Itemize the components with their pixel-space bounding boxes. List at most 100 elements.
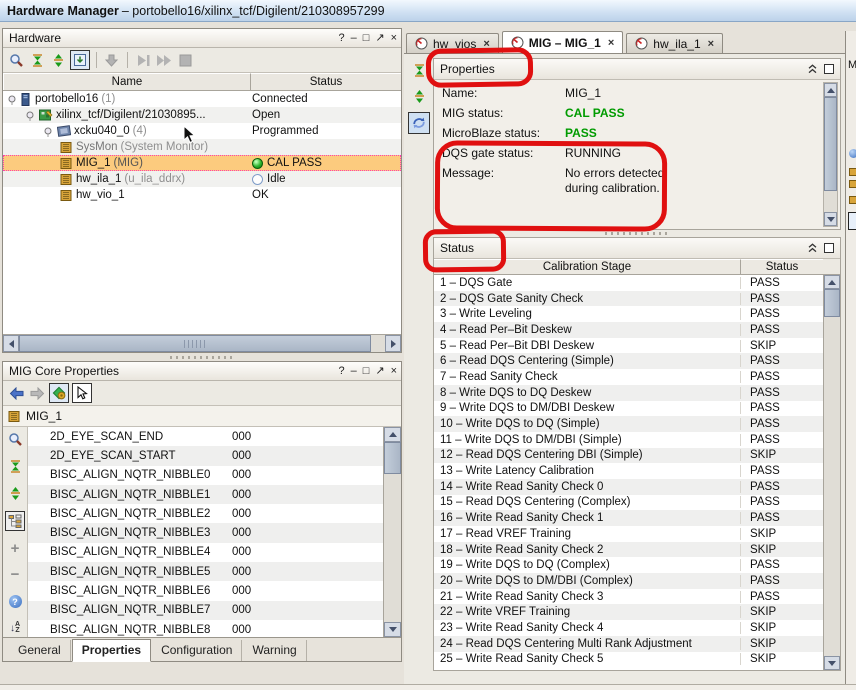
calibration-row[interactable]: 6 – Read DQS Centering (Simple) PASS bbox=[434, 353, 823, 369]
run-trigger-icon[interactable] bbox=[134, 51, 152, 69]
calibration-row[interactable]: 17 – Read VREF Training SKIP bbox=[434, 526, 823, 542]
calibration-row[interactable]: 13 – Write Latency Calibration PASS bbox=[434, 463, 823, 479]
window-button[interactable]: × bbox=[391, 366, 397, 377]
float-section-icon[interactable] bbox=[824, 64, 834, 74]
property-row[interactable]: BISC_ALIGN_NQTR_NIBBLE3 000 bbox=[28, 523, 383, 542]
property-row[interactable]: BISC_ALIGN_NQTR_NIBBLE8 000 bbox=[28, 620, 383, 637]
scroll-right-button[interactable] bbox=[385, 335, 401, 352]
scroll-up-button[interactable] bbox=[384, 427, 401, 442]
property-row[interactable]: BISC_ALIGN_NQTR_NIBBLE5 000 bbox=[28, 562, 383, 581]
sort-az-icon[interactable]: ↓AZ bbox=[6, 619, 24, 637]
forward-icon[interactable] bbox=[28, 384, 46, 402]
property-row[interactable]: BISC_ALIGN_NQTR_NIBBLE4 000 bbox=[28, 543, 383, 562]
expand-all-icon[interactable] bbox=[49, 51, 67, 69]
scroll-down-button[interactable] bbox=[384, 622, 401, 637]
calibration-row[interactable]: 4 – Read Per–Bit Deskew PASS bbox=[434, 322, 823, 338]
collapse-all-icon[interactable] bbox=[409, 60, 429, 80]
calibration-row[interactable]: 14 – Write Read Sanity Check 0 PASS bbox=[434, 479, 823, 495]
tab-hw-ila-1[interactable]: hw_ila_1 × bbox=[626, 33, 723, 53]
calibration-row[interactable]: 23 – Write Read Sanity Check 4 SKIP bbox=[434, 620, 823, 636]
calibration-row[interactable]: 20 – Write DQS to DM/DBI (Complex) PASS bbox=[434, 573, 823, 589]
tree-row-portobello16[interactable]: portobello16 (1) Connected bbox=[3, 91, 401, 107]
window-button[interactable]: ? bbox=[338, 33, 344, 44]
calibration-row[interactable]: 2 – DQS Gate Sanity Check PASS bbox=[434, 291, 823, 307]
calibration-row[interactable]: 7 – Read Sanity Check PASS bbox=[434, 369, 823, 385]
property-row[interactable]: 2D_EYE_SCAN_START 000 bbox=[28, 446, 383, 465]
scrollbar-thumb[interactable] bbox=[824, 97, 837, 191]
scroll-down-button[interactable] bbox=[824, 212, 837, 226]
refresh-icon[interactable] bbox=[408, 112, 430, 134]
scrollbar-thumb[interactable] bbox=[19, 335, 371, 352]
scroll-up-button[interactable] bbox=[824, 83, 837, 97]
window-button[interactable]: ? bbox=[338, 366, 344, 377]
close-icon[interactable]: × bbox=[483, 38, 489, 50]
status-scrollbar[interactable] bbox=[823, 275, 840, 670]
calibration-row[interactable]: 16 – Write Read Sanity Check 1 PASS bbox=[434, 510, 823, 526]
calibration-row[interactable]: 24 – Read DQS Centering Multi Rank Adjus… bbox=[434, 636, 823, 652]
section-splitter[interactable] bbox=[433, 230, 841, 237]
calibration-row[interactable]: 8 – Write DQS to DQ Deskew PASS bbox=[434, 385, 823, 401]
run-trigger-immediate-icon[interactable] bbox=[155, 51, 173, 69]
tab-mig-mig1[interactable]: MIG – MIG_1 × bbox=[502, 31, 623, 53]
tab-configuration[interactable]: Configuration bbox=[152, 640, 242, 661]
add-icon[interactable]: + bbox=[6, 540, 24, 558]
hardware-horizontal-scrollbar[interactable] bbox=[3, 334, 401, 352]
scroll-left-button[interactable] bbox=[3, 335, 19, 352]
scroll-up-button[interactable] bbox=[824, 275, 840, 289]
property-row[interactable]: BISC_ALIGN_NQTR_NIBBLE0 000 bbox=[28, 466, 383, 485]
window-button[interactable]: □ bbox=[363, 366, 370, 377]
calibration-row[interactable]: 12 – Read DQS Centering DBI (Simple) SKI… bbox=[434, 448, 823, 464]
tab-hw-vios[interactable]: hw_vios × bbox=[406, 33, 499, 53]
tree-expander-icon[interactable] bbox=[43, 125, 55, 137]
auto-connect-icon[interactable] bbox=[70, 50, 90, 70]
tree-row-sysmon[interactable]: SysMon (System Monitor) bbox=[3, 139, 401, 155]
calibration-row[interactable]: 11 – Write DQS to DM/DBI (Simple) PASS bbox=[434, 432, 823, 448]
scrollbar-thumb[interactable] bbox=[824, 289, 840, 317]
window-button[interactable]: – bbox=[351, 33, 357, 44]
column-header-calibration-stage[interactable]: Calibration Stage bbox=[434, 259, 741, 274]
close-icon[interactable]: × bbox=[708, 38, 714, 50]
window-button[interactable]: □ bbox=[363, 33, 370, 44]
mig-vertical-scrollbar[interactable] bbox=[383, 427, 401, 637]
search-icon[interactable] bbox=[7, 51, 25, 69]
tab-general[interactable]: General bbox=[9, 640, 71, 661]
property-row[interactable]: BISC_ALIGN_NQTR_NIBBLE2 000 bbox=[28, 504, 383, 523]
program-device-icon[interactable] bbox=[103, 51, 121, 69]
calibration-row[interactable]: 10 – Write DQS to DQ (Simple) PASS bbox=[434, 416, 823, 432]
tree-row-device[interactable]: xcku040_0 (4) Programmed bbox=[3, 123, 401, 139]
window-button[interactable]: × bbox=[391, 33, 397, 44]
expand-all-icon[interactable] bbox=[409, 86, 429, 106]
stop-trigger-icon[interactable] bbox=[176, 51, 194, 69]
property-row[interactable]: BISC_ALIGN_NQTR_NIBBLE7 000 bbox=[28, 601, 383, 620]
calibration-row[interactable]: 5 – Read Per–Bit DBI Deskew SKIP bbox=[434, 338, 823, 354]
expand-all-icon[interactable] bbox=[6, 484, 24, 502]
tab-warning[interactable]: Warning bbox=[243, 640, 306, 661]
scrollbar-thumb[interactable] bbox=[384, 442, 401, 474]
tree-view-icon[interactable] bbox=[5, 511, 25, 531]
float-section-icon[interactable] bbox=[824, 243, 834, 253]
calibration-row[interactable]: 1 – DQS Gate PASS bbox=[434, 275, 823, 291]
calibration-row[interactable]: 25 – Write Read Sanity Check 5 SKIP bbox=[434, 652, 823, 668]
back-icon[interactable] bbox=[7, 384, 25, 402]
collapse-section-icon[interactable] bbox=[808, 243, 817, 253]
tree-row-mig1-selected[interactable]: MIG_1 (MIG) CAL PASS bbox=[3, 155, 401, 171]
help-icon[interactable]: ? bbox=[6, 593, 24, 611]
window-button[interactable]: ↗ bbox=[375, 366, 384, 377]
select-pointer-icon[interactable] bbox=[72, 383, 92, 403]
column-header-status[interactable]: Status bbox=[251, 73, 401, 90]
calibration-row[interactable]: 3 – Write Leveling PASS bbox=[434, 306, 823, 322]
calibration-row[interactable]: 9 – Write DQS to DM/DBI Deskew PASS bbox=[434, 401, 823, 417]
tab-properties[interactable]: Properties bbox=[72, 639, 151, 662]
remove-icon[interactable]: − bbox=[6, 566, 24, 584]
column-header-name[interactable]: Name bbox=[3, 73, 251, 90]
tree-row-hw-ila-1[interactable]: hw_ila_1 (u_ila_ddrx) Idle bbox=[3, 171, 401, 187]
collapse-section-icon[interactable] bbox=[808, 64, 817, 74]
window-button[interactable]: ↗ bbox=[375, 33, 384, 44]
close-icon[interactable]: × bbox=[608, 37, 614, 49]
property-row[interactable]: BISC_ALIGN_NQTR_NIBBLE1 000 bbox=[28, 485, 383, 504]
calibration-row[interactable]: 21 – Write Read Sanity Check 3 PASS bbox=[434, 589, 823, 605]
panel-splitter[interactable] bbox=[2, 354, 402, 360]
calibration-row[interactable]: 22 – Write VREF Training SKIP bbox=[434, 604, 823, 620]
tree-row-hw-vio-1[interactable]: hw_vio_1 OK bbox=[3, 187, 401, 203]
window-button[interactable]: – bbox=[351, 366, 357, 377]
